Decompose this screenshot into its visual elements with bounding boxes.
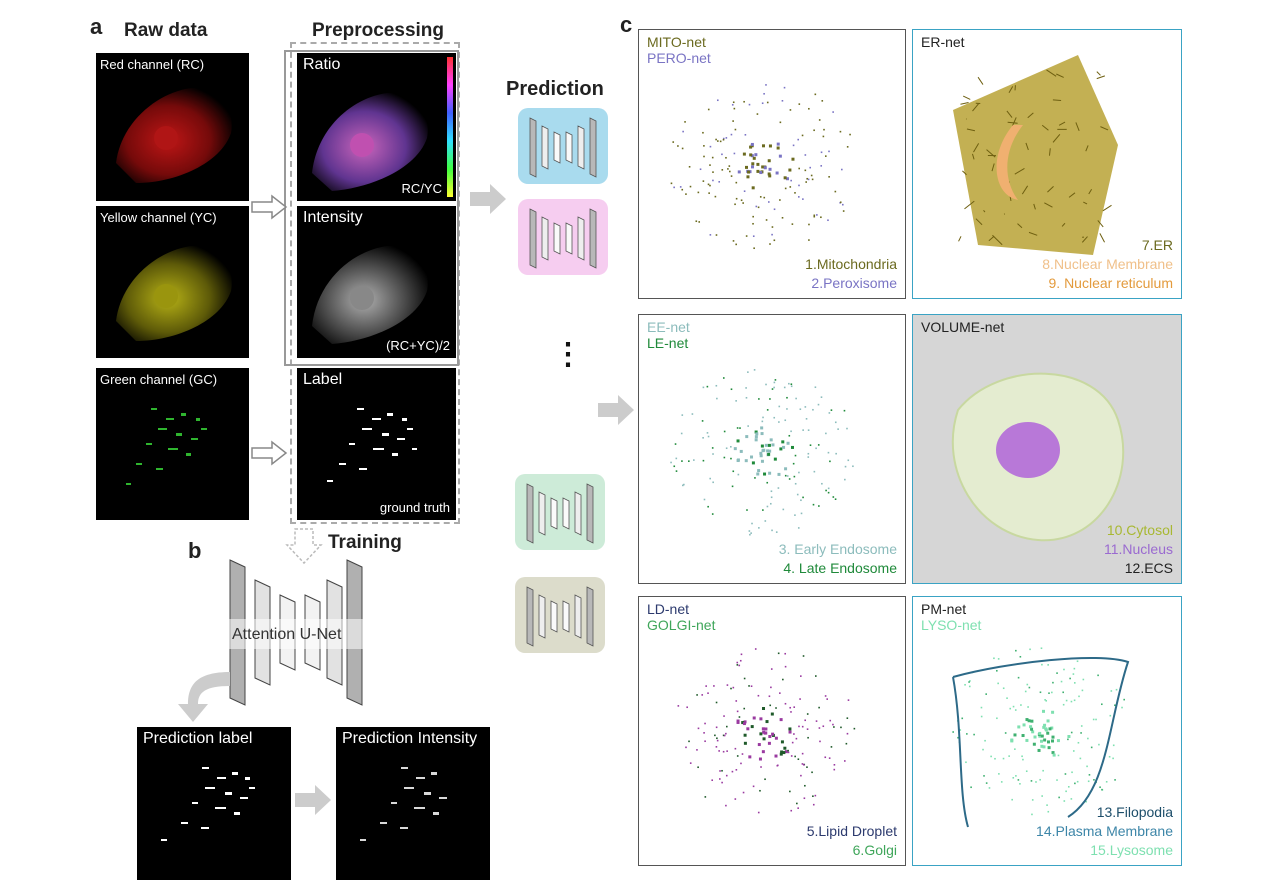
red-cell-render	[116, 87, 232, 183]
organelle-label: 15.Lysosome	[1090, 842, 1173, 858]
continuation-dots: ⋮	[553, 338, 583, 371]
unet-model-box	[518, 108, 608, 184]
net-name-label: PM-net	[921, 601, 967, 617]
net-name-label: LD-net	[647, 601, 690, 617]
net-panel: ER-net 7.ER 8.Nuclear Membrane 9. Nuclear r…	[912, 29, 1182, 299]
label-tile-label: Label	[303, 371, 343, 388]
net-name-label: LYSO-net	[921, 617, 982, 633]
intensity-label: Intensity	[303, 209, 363, 226]
net-name-label: PERO-net	[647, 50, 711, 66]
prediction-label-image: Prediction label	[137, 727, 291, 880]
intensity-cell-render	[312, 245, 428, 344]
gray-arrow-icon	[470, 184, 506, 214]
intensity-corner-label: (RC+YC)/2	[386, 338, 450, 353]
organelle-label: 2.Peroxisome	[811, 275, 897, 291]
organelle-label: 14.Plasma Membrane	[1036, 823, 1173, 839]
unet-icon	[529, 117, 597, 178]
ratio-image: Ratio RC/YC	[297, 53, 456, 201]
organelle-label: 11.Nucleus	[1103, 541, 1173, 557]
green-cell-render	[126, 408, 207, 485]
panel-b-letter: b	[188, 538, 202, 563]
panel-c-letter: c	[620, 12, 633, 37]
net-panel: PM-net LYSO-net 13.Filopodia 14.Plasma Memb…	[912, 596, 1182, 866]
attention-unet-label: Attention U-Net	[232, 626, 342, 643]
net-panel: MITO-net PERO-net 1.Mitochondria 2.Peroxiso…	[638, 29, 906, 299]
hollow-arrow-icon	[251, 194, 288, 220]
organelle-label: 9. Nuclear reticulum	[1048, 275, 1174, 291]
prediction-intensity-image: Prediction Intensity	[336, 727, 490, 880]
organelle-label: 3. Early Endosome	[778, 541, 897, 557]
unet-icon	[529, 208, 597, 269]
organelle-label: 12.ECS	[1124, 560, 1173, 576]
green-channel-image: Green channel (GC)	[96, 368, 249, 520]
prediction-intensity-render	[360, 767, 447, 841]
unet-icon	[526, 483, 594, 544]
yellow-cell-render	[116, 245, 232, 341]
net-name-label: LE-net	[647, 335, 689, 351]
prediction-heading: Prediction	[506, 78, 604, 100]
green-channel-label: Green channel (GC)	[100, 372, 218, 387]
net-name-label: EE-net	[647, 319, 690, 335]
organelle-label: 1.Mitochondria	[805, 256, 897, 272]
unet-model-box	[515, 474, 605, 550]
unet-model-box	[518, 199, 608, 275]
hollow-arrow-icon	[251, 440, 288, 466]
organelle-label: 8.Nuclear Membrane	[1042, 256, 1173, 272]
training-heading: Training	[328, 532, 402, 553]
raw-data-heading: Raw data	[124, 20, 208, 41]
organelle-label: 7.ER	[1141, 237, 1173, 253]
net-panel: EE-net LE-net 3. Early Endosome 4. Late End…	[638, 314, 906, 584]
organelle-label: 4. Late Endosome	[783, 560, 897, 576]
ratio-label: Ratio	[303, 56, 341, 73]
prediction-intensity-title: Prediction Intensity	[342, 730, 478, 747]
label-cell-render	[327, 408, 417, 482]
net-panel: LD-net GOLGI-net 5.Lipid Droplet 6.Golgi	[638, 596, 906, 866]
panel-a-letter: a	[90, 14, 103, 39]
unet-model-box	[515, 577, 605, 653]
label-image: Label ground truth	[297, 368, 456, 520]
organelle-label: 5.Lipid Droplet	[806, 823, 897, 839]
label-corner-label: ground truth	[379, 500, 450, 515]
red-channel-label: Red channel (RC)	[100, 57, 205, 72]
organelle-label: 13.Filopodia	[1096, 804, 1173, 820]
unet-icon	[526, 586, 594, 647]
red-channel-image: Red channel (RC)	[96, 53, 249, 201]
ratio-corner-label: RC/YC	[401, 181, 442, 196]
gray-arrow-icon	[295, 785, 331, 815]
intensity-image: Intensity (RC+YC)/2	[297, 206, 456, 358]
ratio-cell-render	[312, 57, 453, 197]
net-panel: VOLUME-net 10.Cytosol 11.Nucleus 12.ECS	[912, 314, 1182, 584]
net-name-label: ER-net	[921, 34, 965, 50]
organelle-label: 6.Golgi	[852, 842, 897, 858]
yellow-channel-image: Yellow channel (YC)	[96, 206, 249, 358]
preprocessing-heading: Preprocessing	[312, 20, 444, 41]
prediction-label-title: Prediction label	[143, 730, 253, 747]
yellow-channel-label: Yellow channel (YC)	[100, 210, 217, 225]
net-name-label: GOLGI-net	[647, 617, 716, 633]
organelle-label: 10.Cytosol	[1106, 522, 1173, 538]
gray-arrow-icon	[598, 395, 634, 425]
net-name-label: MITO-net	[647, 34, 706, 50]
net-name-label: VOLUME-net	[921, 319, 1005, 335]
curved-arrow-icon	[178, 672, 230, 722]
prediction-label-render	[161, 767, 255, 841]
